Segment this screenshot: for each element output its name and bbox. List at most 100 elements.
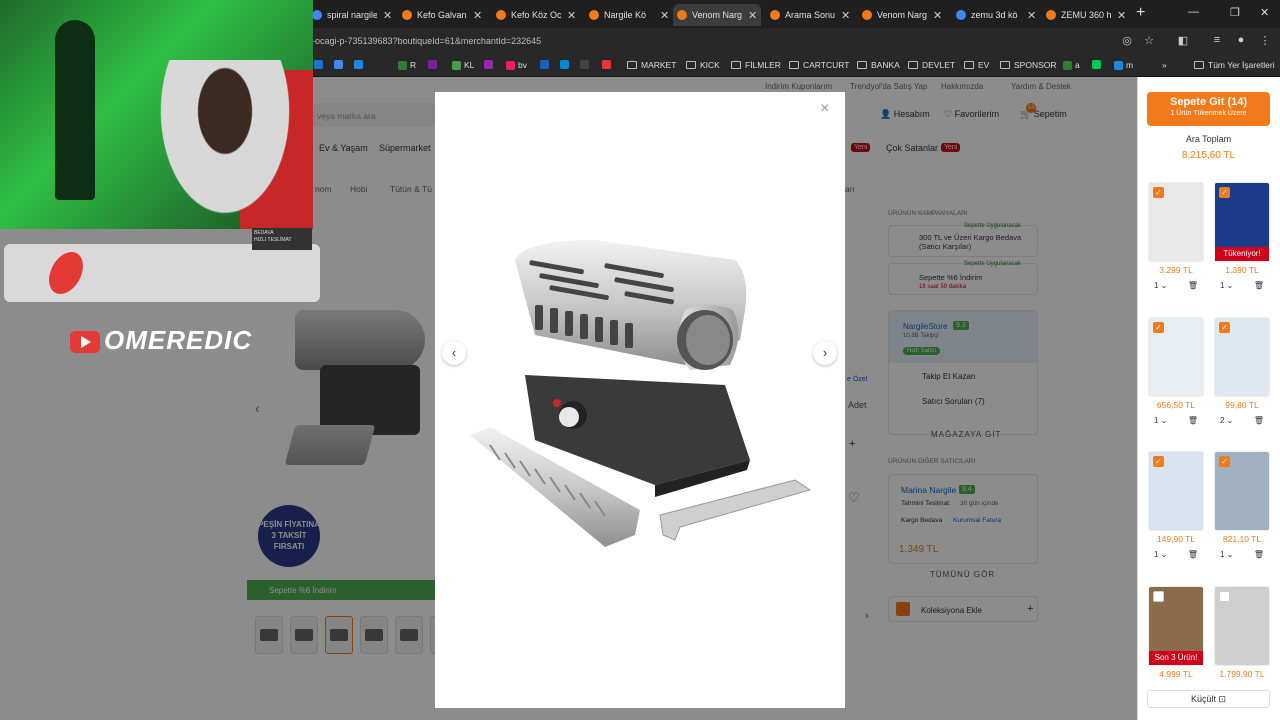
bookmark-item[interactable]: DEVLET — [908, 60, 955, 70]
minimize-icon[interactable]: — — [1188, 6, 1199, 18]
trash-icon[interactable]: 🗑 — [1254, 550, 1264, 559]
browser-tab[interactable]: Venom Narg ✕ — [858, 4, 946, 26]
trash-icon[interactable]: 🗑 — [1188, 416, 1198, 425]
trash-icon[interactable]: 🗑 — [1188, 281, 1198, 290]
tab-close-icon[interactable]: ✕ — [1117, 9, 1126, 22]
stream-logo-icon — [44, 252, 88, 294]
go-to-cart-button[interactable]: Sepete Git (14) 1 Ürün Tükenmek Üzere — [1147, 92, 1270, 126]
streamer-figure — [150, 60, 300, 229]
bookmark-item[interactable]: FİLMLER — [731, 60, 781, 70]
bookmark-item[interactable] — [1092, 60, 1104, 69]
cart-item[interactable]: 1.799,90 TL — [1214, 586, 1270, 679]
browser-tab[interactable]: Nargile Kö ✕ — [585, 4, 673, 26]
media-icon[interactable]: ≡ — [1210, 34, 1224, 48]
tab-close-icon[interactable]: ✕ — [660, 9, 669, 22]
bookmark-item[interactable] — [484, 60, 496, 69]
bookmark-item[interactable] — [428, 60, 440, 69]
quantity-select[interactable]: 1 ⌄ — [1154, 281, 1167, 290]
cart-item-checkbox[interactable]: ✓ — [1219, 322, 1230, 333]
maximize-icon[interactable]: ❐ — [1230, 6, 1240, 19]
tab-close-icon[interactable]: ✕ — [383, 9, 392, 22]
cart-item[interactable]: ✓ 821,10 TL 1 ⌄ 🗑 — [1214, 451, 1270, 559]
new-tab-button[interactable]: + — [1136, 4, 1145, 22]
profile-avatar[interactable]: ● — [1234, 34, 1248, 48]
cart-item-checkbox[interactable]: ✓ — [1153, 322, 1164, 333]
cart-item-checkbox[interactable] — [1153, 591, 1164, 602]
bookmarks-overflow-icon[interactable]: » — [1162, 60, 1167, 70]
close-window-icon[interactable]: ✕ — [1260, 6, 1269, 19]
bookmark-item[interactable] — [334, 60, 346, 69]
youtube-channel-logo: OMEREDIC — [70, 325, 252, 356]
bookmark-item[interactable]: BANKA — [857, 60, 900, 70]
tab-close-icon[interactable]: ✕ — [567, 9, 576, 22]
bookmark-item[interactable] — [354, 60, 366, 69]
quantity-select[interactable]: 1 ⌄ — [1154, 550, 1167, 559]
tab-close-icon[interactable]: ✕ — [473, 9, 482, 22]
bookmark-item[interactable]: R — [398, 60, 416, 70]
bookmark-item[interactable] — [602, 60, 614, 69]
trash-icon[interactable]: 🗑 — [1188, 550, 1198, 559]
bookmark-favicon — [602, 60, 611, 69]
quantity-select[interactable]: 2 ⌄ — [1220, 416, 1233, 425]
cart-item-image[interactable]: Son 3 Ürün! — [1148, 586, 1204, 666]
trash-icon[interactable]: 🗑 — [1254, 416, 1264, 425]
browser-tab[interactable]: Kefo Köz Oca ✕ — [492, 4, 580, 26]
bookmark-item[interactable]: m — [1114, 60, 1133, 70]
bookmark-item[interactable]: a — [1063, 60, 1080, 70]
cart-item-checkbox[interactable]: ✓ — [1219, 456, 1230, 467]
quantity-select[interactable]: 1 ⌄ — [1220, 550, 1233, 559]
cart-item-checkbox[interactable] — [1219, 591, 1230, 602]
eye-off-icon[interactable]: ◎ — [1120, 34, 1134, 48]
lightbox-next-button[interactable]: › — [813, 341, 837, 365]
cart-item-image[interactable] — [1214, 586, 1270, 666]
bookmark-item[interactable]: EV — [964, 60, 989, 70]
tab-close-icon[interactable]: ✕ — [1027, 9, 1036, 22]
cart-item-image[interactable]: ✓ — [1214, 317, 1270, 397]
menu-icon[interactable]: ⋮ — [1258, 34, 1272, 48]
bookmark-item[interactable]: bv — [506, 60, 527, 70]
bookmark-item[interactable]: KICK — [686, 60, 720, 70]
lightbox-prev-button[interactable]: ‹ — [442, 341, 466, 365]
bookmark-item[interactable]: CARTCURT — [789, 60, 849, 70]
bookmark-item[interactable]: SPONSOR — [1000, 60, 1057, 70]
browser-tab[interactable]: Kefo Galvaniz ✕ — [398, 4, 486, 26]
cart-item-checkbox[interactable]: ✓ — [1219, 187, 1230, 198]
bookmark-item[interactable] — [580, 60, 592, 69]
bookmark-item[interactable]: KL — [452, 60, 474, 70]
cart-item-image[interactable]: ✓ — [1148, 182, 1204, 262]
close-icon[interactable]: × — [820, 100, 829, 118]
url-field[interactable]: -ocagi-p-735139683?boutiqueId=61&merchan… — [312, 36, 541, 46]
browser-tab[interactable]: ZEMU 360 h ✕ — [1042, 4, 1130, 26]
tab-close-icon[interactable]: ✕ — [933, 9, 942, 22]
quantity-select[interactable]: 1 ⌄ — [1154, 416, 1167, 425]
tab-favicon — [589, 10, 599, 20]
cart-item[interactable]: ✓ 656,50 TL 1 ⌄ 🗑 — [1148, 317, 1204, 425]
browser-tab[interactable]: zemu 3d kö ✕ — [952, 4, 1040, 26]
trash-icon[interactable]: 🗑 — [1254, 281, 1264, 290]
browser-tab[interactable]: Venom Narg ✕ — [673, 4, 761, 26]
quantity-select[interactable]: 1 ⌄ — [1220, 281, 1233, 290]
cart-item[interactable]: ✓ 3.299 TL 1 ⌄ 🗑 — [1148, 182, 1204, 290]
cart-item[interactable]: ✓ Tükeniyor! 1.390 TL 1 ⌄ 🗑 — [1214, 182, 1270, 290]
all-bookmarks[interactable]: Tüm Yer İşaretleri — [1194, 60, 1275, 70]
browser-tab[interactable]: Arama Sonuç ✕ — [766, 4, 854, 26]
cart-item[interactable]: ✓ 99,80 TL 2 ⌄ 🗑 — [1214, 317, 1270, 425]
cart-item-image[interactable]: ✓ — [1214, 451, 1270, 531]
cart-item-image[interactable]: ✓ — [1148, 317, 1204, 397]
tab-close-icon[interactable]: ✕ — [748, 9, 757, 22]
cart-item[interactable]: Son 3 Ürün! 4.999 TL — [1148, 586, 1204, 679]
extensions-icon[interactable]: ◧ — [1176, 34, 1190, 48]
cart-item-image[interactable]: ✓ Tükeniyor! — [1214, 182, 1270, 262]
cart-item-checkbox[interactable]: ✓ — [1153, 456, 1164, 467]
shrink-cart-button[interactable]: Küçült ⊡ — [1147, 690, 1270, 708]
star-icon[interactable]: ☆ — [1142, 34, 1156, 48]
browser-tab[interactable]: spiral nargile ✕ — [308, 4, 396, 26]
tab-close-icon[interactable]: ✕ — [841, 9, 850, 22]
bookmark-item[interactable] — [560, 60, 572, 69]
bookmark-item[interactable] — [540, 60, 552, 69]
bookmark-item[interactable]: MARKET — [627, 60, 676, 70]
cart-item[interactable]: ✓ 149,90 TL 1 ⌄ 🗑 — [1148, 451, 1204, 559]
bookmark-item[interactable] — [314, 60, 326, 69]
cart-item-image[interactable]: ✓ — [1148, 451, 1204, 531]
cart-item-checkbox[interactable]: ✓ — [1153, 187, 1164, 198]
